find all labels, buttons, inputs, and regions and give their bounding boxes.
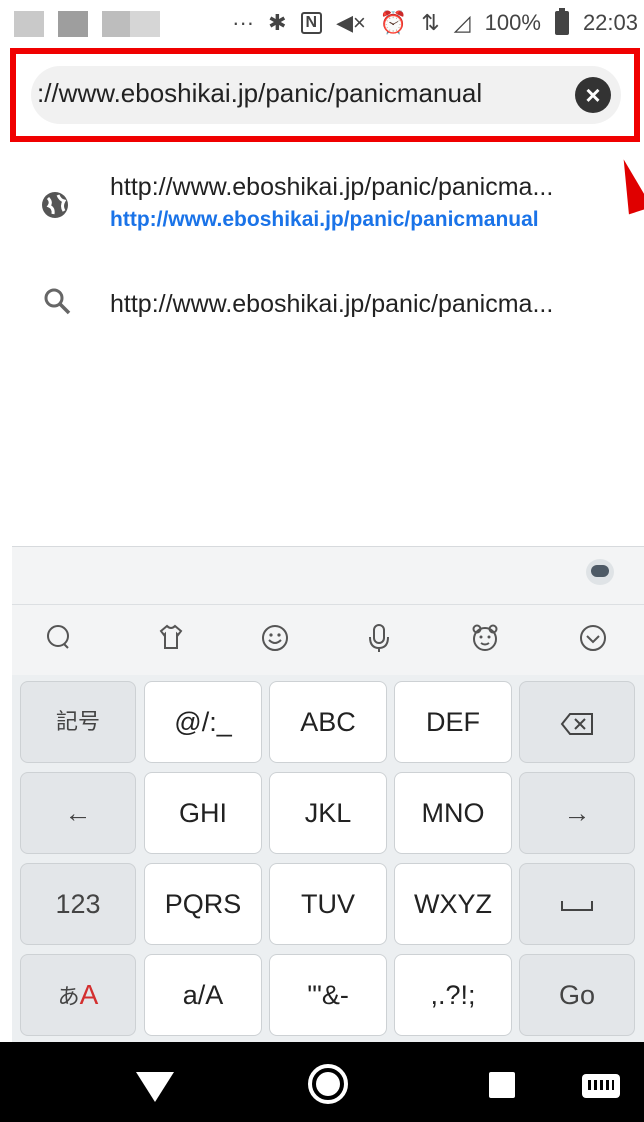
- navigation-bar: [0, 1042, 644, 1122]
- url-input-text: ://www.eboshikai.jp/panic/panicmanual: [37, 78, 483, 108]
- key-wxyz[interactable]: WXYZ: [394, 863, 512, 945]
- url-bar-highlight: ://www.eboshikai.jp/panic/panicmanual ×: [10, 48, 640, 142]
- bear-icon[interactable]: [470, 623, 500, 653]
- key-ghi[interactable]: GHI: [144, 772, 262, 854]
- suggestion-url: http://www.eboshikai.jp/panic/panicmanua…: [110, 208, 539, 231]
- key-case-toggle[interactable]: a/A: [144, 954, 262, 1036]
- go-key[interactable]: Go: [519, 954, 635, 1036]
- space-key[interactable]: [519, 863, 635, 945]
- key-def[interactable]: DEF: [394, 681, 512, 763]
- alarm-icon: ⏰: [379, 10, 408, 35]
- suggestion-title: http://www.eboshikai.jp/panic/panicma...: [110, 173, 554, 201]
- suggestion-title: http://www.eboshikai.jp/panic/panicma...: [110, 290, 554, 318]
- key-punctuation[interactable]: ,.?!;: [394, 954, 512, 1036]
- suggestion-item[interactable]: http://www.eboshikai.jp/panic/panicma...: [0, 282, 644, 342]
- mic-icon[interactable]: [364, 623, 394, 653]
- key-quotes[interactable]: '"&-: [269, 954, 387, 1036]
- signal-icon: ◿: [453, 10, 471, 35]
- keyboard: 記号 @/:_ ABC DEF ← GHI JKL MNO → 123 PQRS…: [12, 546, 644, 1042]
- bluetooth-icon: ✱: [268, 10, 287, 35]
- key-mno[interactable]: MNO: [394, 772, 512, 854]
- assistant-robot-icon[interactable]: [586, 559, 614, 585]
- chat-icon[interactable]: [44, 623, 74, 653]
- back-icon[interactable]: [136, 1072, 174, 1102]
- symbols-key[interactable]: 記号: [20, 681, 136, 763]
- home-icon[interactable]: [308, 1064, 348, 1104]
- keyboard-suggestion-strip: [12, 547, 644, 605]
- cursor-left-key[interactable]: ←: [20, 772, 136, 854]
- keyboard-icon[interactable]: [582, 1074, 620, 1098]
- key-at-slash[interactable]: @/:_: [144, 681, 262, 763]
- battery-percent: 100%: [484, 10, 541, 35]
- backspace-key[interactable]: [519, 681, 635, 763]
- key-abc[interactable]: ABC: [269, 681, 387, 763]
- input-mode-key[interactable]: あA: [20, 954, 136, 1036]
- key-tuv[interactable]: TUV: [269, 863, 387, 945]
- nfc-icon: N: [300, 12, 323, 34]
- smiley-icon[interactable]: [260, 623, 290, 653]
- search-icon: [44, 288, 71, 315]
- notification-icon-placeholder: [130, 11, 160, 37]
- notification-icon-placeholder: [58, 11, 88, 37]
- suggestion-item[interactable]: http://www.eboshikai.jp/panic/panicma...…: [0, 170, 644, 262]
- number-mode-key[interactable]: 123: [20, 863, 136, 945]
- clear-icon[interactable]: ×: [575, 77, 611, 113]
- url-input[interactable]: ://www.eboshikai.jp/panic/panicmanual: [37, 78, 557, 109]
- keyboard-toolbar: [12, 605, 644, 675]
- status-bar: ··· ✱ N ◀× ⏰ ⇅ ◿ 100% 22:03: [0, 0, 644, 48]
- mute-icon: ◀×: [336, 10, 366, 35]
- more-notifications-icon: ···: [232, 10, 255, 35]
- clock: 22:03: [582, 10, 638, 35]
- key-pqrs[interactable]: PQRS: [144, 863, 262, 945]
- key-jkl[interactable]: JKL: [269, 772, 387, 854]
- notification-icon-placeholder: [14, 11, 44, 37]
- cursor-right-key[interactable]: →: [519, 772, 635, 854]
- globe-icon: [42, 192, 68, 218]
- wifi-icon: ⇅: [421, 10, 440, 35]
- url-bar[interactable]: ://www.eboshikai.jp/panic/panicmanual ×: [31, 66, 621, 124]
- collapse-icon[interactable]: [578, 623, 608, 653]
- backspace-icon: [560, 712, 593, 735]
- space-icon: [561, 900, 593, 911]
- recents-icon[interactable]: [489, 1072, 515, 1098]
- shirt-icon[interactable]: [156, 623, 186, 653]
- battery-charging-icon: [554, 8, 569, 35]
- notification-icon-placeholder: [102, 11, 132, 37]
